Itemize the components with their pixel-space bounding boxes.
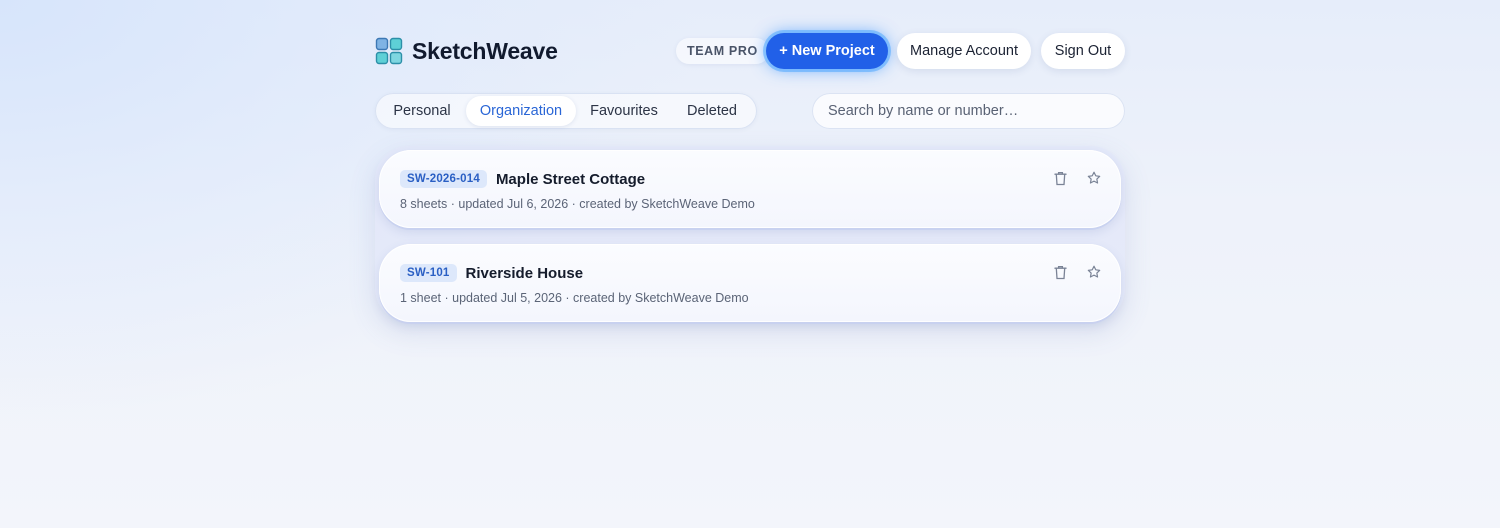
project-list: SW-2026-014 Maple Street Cottage 8 sheet… — [375, 146, 1125, 322]
sign-out-button[interactable]: Sign Out — [1041, 33, 1125, 69]
brand-name: SketchWeave — [412, 37, 558, 64]
tab-favourites[interactable]: Favourites — [582, 96, 666, 126]
project-card-header: SW-2026-014 Maple Street Cottage — [400, 170, 645, 188]
project-actions — [1053, 170, 1101, 186]
project-title[interactable]: Riverside House — [466, 265, 584, 282]
project-code-badge: SW-101 — [400, 264, 457, 282]
manage-account-button[interactable]: Manage Account — [897, 33, 1031, 69]
project-title[interactable]: Maple Street Cottage — [496, 171, 645, 188]
trash-icon[interactable] — [1053, 264, 1068, 280]
project-actions — [1053, 264, 1101, 280]
project-card[interactable]: SW-101 Riverside House 1 sheet · updated… — [379, 244, 1121, 322]
grid-logo-icon — [375, 37, 403, 65]
project-meta: 1 sheet · updated Jul 5, 2026 · created … — [400, 291, 749, 305]
trash-icon[interactable] — [1053, 170, 1068, 186]
brand[interactable]: SketchWeave — [375, 37, 558, 65]
header: SketchWeave TEAM PRO + New Project Manag… — [375, 30, 1125, 74]
project-card[interactable]: SW-2026-014 Maple Street Cottage 8 sheet… — [379, 150, 1121, 228]
project-code-badge: SW-2026-014 — [400, 170, 487, 188]
project-card-header: SW-101 Riverside House — [400, 264, 583, 282]
star-icon[interactable] — [1086, 170, 1101, 186]
star-icon[interactable] — [1086, 264, 1101, 280]
tab-organization[interactable]: Organization — [466, 96, 576, 126]
tab-personal[interactable]: Personal — [384, 96, 460, 126]
project-meta: 8 sheets · updated Jul 6, 2026 · created… — [400, 197, 755, 211]
project-filter-tabs: Personal Organization Favourites Deleted — [375, 93, 757, 129]
new-project-button[interactable]: + New Project — [766, 33, 888, 69]
tab-deleted[interactable]: Deleted — [673, 96, 751, 126]
plan-badge: TEAM PRO — [676, 38, 769, 64]
search-input[interactable] — [812, 93, 1125, 129]
